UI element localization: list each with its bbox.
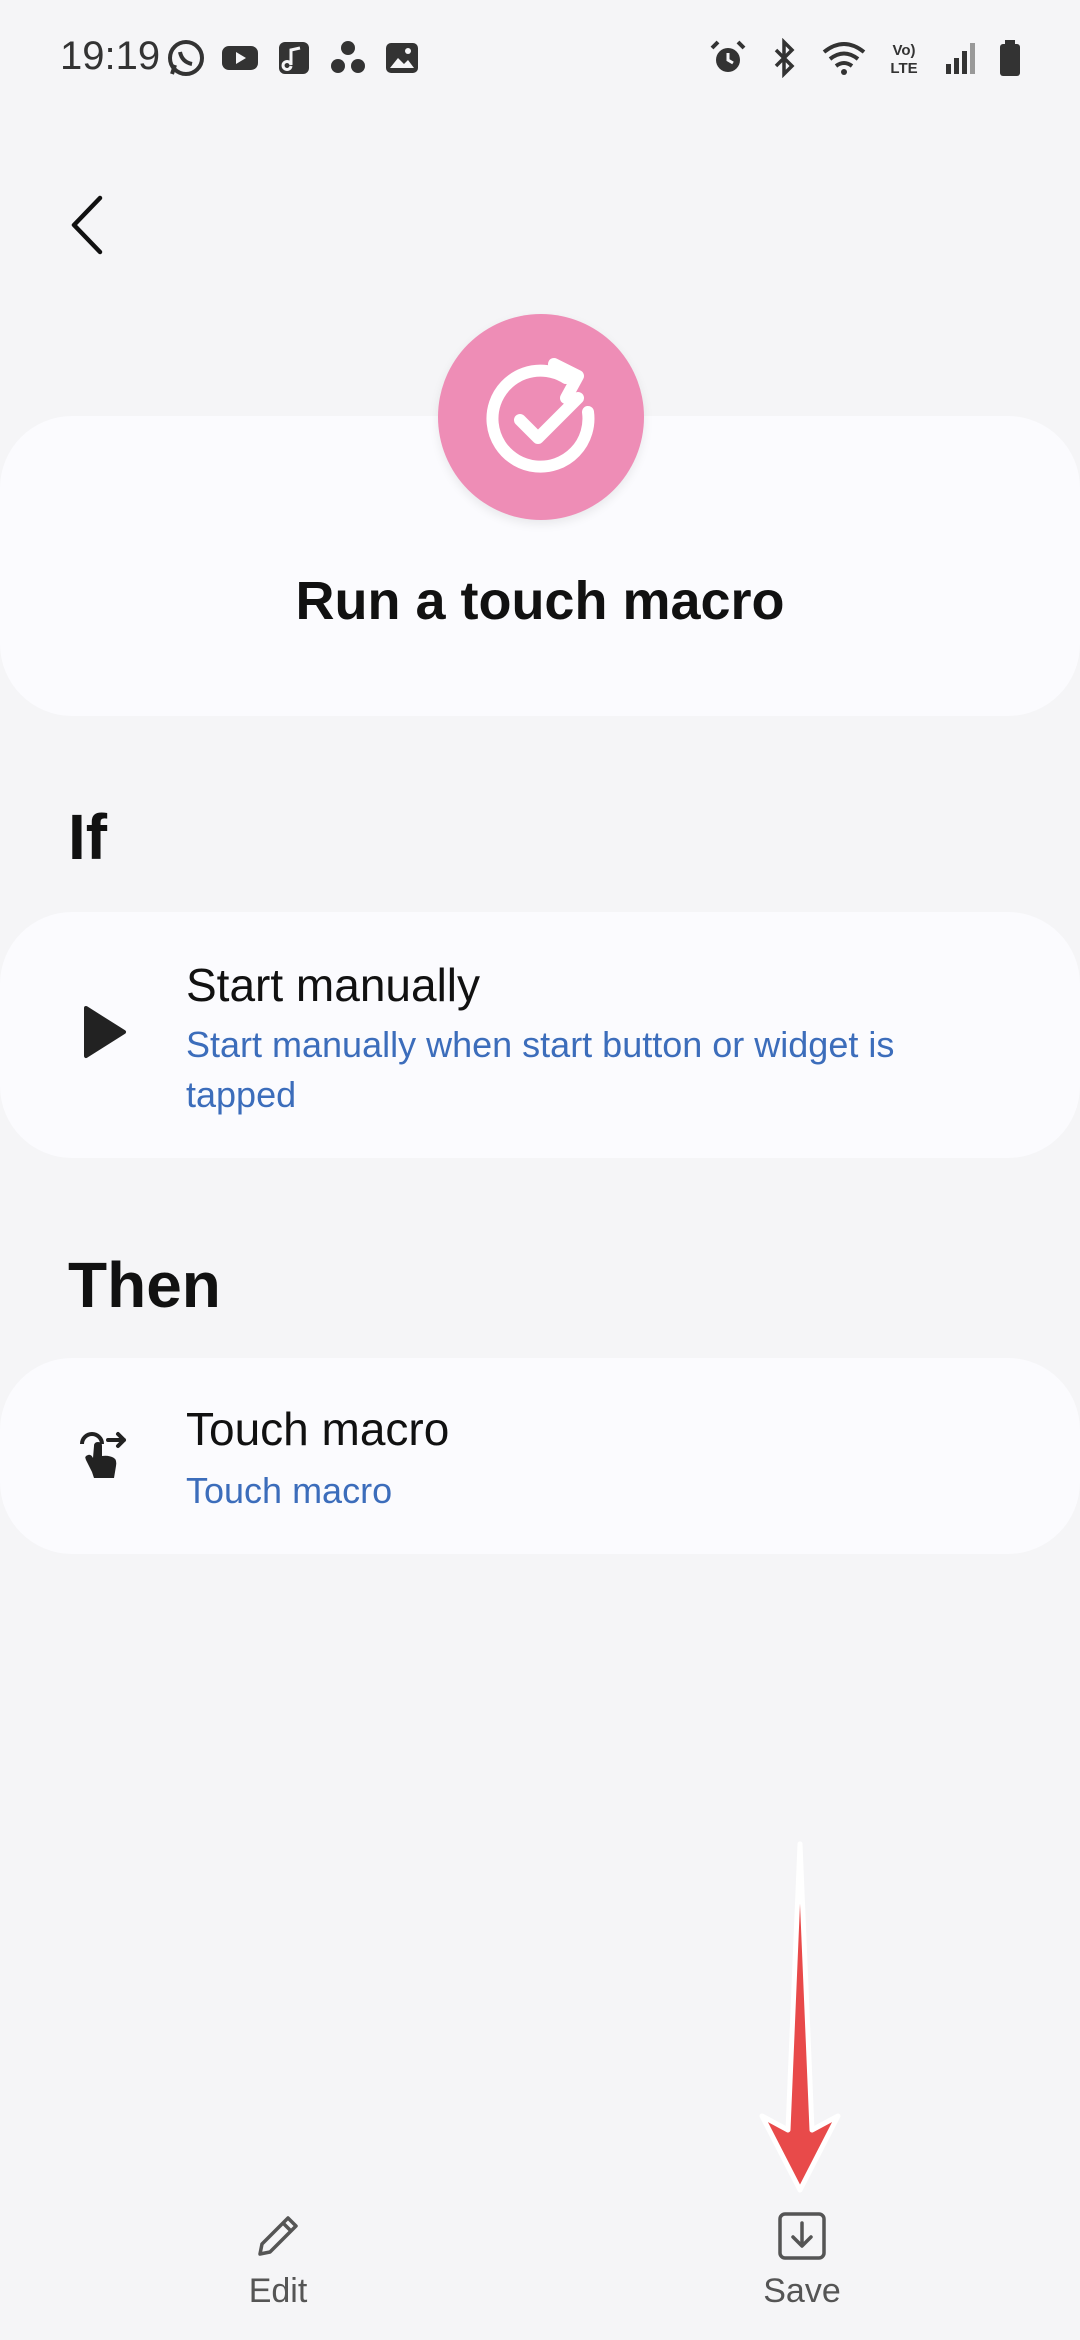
signal-icon [946, 43, 975, 74]
save-download-icon [778, 2212, 826, 2260]
back-button[interactable] [60, 190, 120, 260]
routine-check-icon [486, 358, 595, 473]
annotation-arrow [759, 1841, 841, 2193]
svg-text:Vo): Vo) [892, 42, 915, 59]
status-time: 19:19 [60, 34, 161, 78]
then-action-title: Touch macro [186, 1403, 450, 1455]
then-heading: Then [68, 1249, 221, 1321]
touch-gesture-icon [80, 1432, 126, 1478]
if-heading: If [68, 801, 108, 873]
music-icon [279, 42, 309, 74]
whatsapp-icon [168, 40, 204, 76]
if-condition-subtitle: Start manually when start button or widg… [186, 1024, 895, 1115]
then-action-subtitle: Touch macro [186, 1470, 393, 1511]
edit-label: Edit [248, 2272, 308, 2310]
volte-icon: Vo) LTE [890, 42, 917, 77]
pencil-icon [258, 2216, 298, 2256]
play-icon [84, 1006, 126, 1058]
youtube-icon [222, 46, 258, 70]
svg-text:LTE: LTE [890, 60, 917, 77]
chevron-left-icon [71, 195, 103, 255]
then-action-card[interactable] [0, 1358, 1080, 1554]
gallery-icon [386, 43, 418, 73]
bluetooth-icon [774, 38, 795, 78]
alarm-icon [710, 40, 746, 72]
wifi-icon [822, 42, 866, 75]
bottom-action-bar: Edit Save [0, 2190, 1080, 2340]
if-condition-title: Start manually [186, 959, 481, 1011]
bixby-icon [331, 41, 365, 73]
screen: 19:19 Vo) LTE Run a touch macro If Start… [0, 0, 1080, 2340]
routine-title: Run a touch macro [295, 571, 785, 631]
edit-button[interactable]: Edit [128, 2190, 428, 2340]
routine-icon-button[interactable] [438, 314, 644, 520]
status-bar: 19:19 Vo) LTE [0, 0, 1080, 120]
system-icons: Vo) LTE [708, 38, 1024, 78]
notification-icons [166, 38, 422, 78]
save-label: Save [763, 2272, 841, 2310]
battery-icon [1000, 40, 1020, 76]
save-button[interactable]: Save [652, 2190, 952, 2340]
